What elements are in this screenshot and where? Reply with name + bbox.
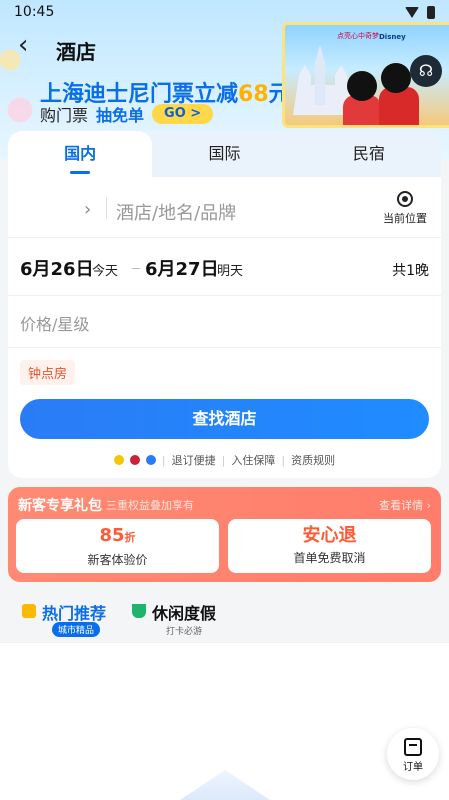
customer-service-headset-icon[interactable]: ☊ bbox=[410, 55, 442, 87]
coupon-main: 85折 bbox=[16, 525, 219, 549]
order-list-icon bbox=[404, 738, 422, 756]
orders-label: 订单 bbox=[403, 762, 423, 773]
tab-international[interactable]: 国际 bbox=[152, 131, 296, 177]
coupon-value: 85 bbox=[99, 525, 125, 546]
location-target-icon bbox=[397, 191, 413, 207]
status-icons bbox=[405, 6, 435, 19]
promo-subtitle: 购门票 抽免单 GO > bbox=[40, 102, 214, 126]
find-hotel-button[interactable]: 查找酒店 bbox=[20, 399, 429, 439]
current-location-button[interactable]: 当前位置 bbox=[379, 191, 431, 226]
page-title: 酒店 bbox=[56, 40, 96, 64]
tab-homestay[interactable]: 民宿 bbox=[297, 131, 441, 177]
date-separator bbox=[132, 268, 140, 269]
price-star-filter[interactable]: 价格/星级 bbox=[20, 311, 89, 335]
coupon-discount[interactable]: 85折 新客体验价 bbox=[16, 519, 219, 573]
nights-count: 共1晚 bbox=[392, 263, 429, 279]
gift-details-link[interactable]: 查看详情 › bbox=[379, 497, 431, 513]
coupon-label: 首单免费取消 bbox=[293, 551, 366, 565]
price-star-row[interactable]: 价格/星级 bbox=[8, 295, 441, 348]
checkin-date[interactable]: 6月26日 bbox=[20, 255, 94, 281]
gift-more-label: 查看详情 bbox=[379, 499, 424, 512]
coupon-unit: 折 bbox=[124, 531, 136, 544]
category-title: 热门推荐 bbox=[42, 604, 107, 623]
coupon-free-cancel[interactable]: 安心退 首单免费取消 bbox=[228, 519, 431, 573]
guarantee-strip[interactable]: | 退订便捷 | 入住保障 | 资质规则 bbox=[8, 451, 441, 469]
gift-subtitle: 三重权益叠加享有 bbox=[106, 499, 194, 512]
category-badge: 城市精品 bbox=[52, 622, 101, 637]
guarantee-badge-icon bbox=[129, 455, 140, 465]
poster-caption: 点亮心中奇梦 bbox=[337, 32, 379, 40]
promo-title-amount: 68 bbox=[238, 82, 269, 107]
city-select-chevron-icon[interactable]: › bbox=[84, 199, 91, 220]
current-location-label: 当前位置 bbox=[383, 212, 427, 225]
mickey-shape bbox=[379, 87, 419, 125]
hotel-search-input[interactable]: 酒店/地名/品牌 bbox=[116, 199, 236, 225]
disney-poster-image: 点亮心中奇梦 Disney ☊ bbox=[282, 22, 449, 128]
divider bbox=[106, 197, 107, 219]
hourly-room-tag[interactable]: 钟点房 bbox=[20, 360, 76, 385]
gift-title: 新客专享礼包 bbox=[18, 498, 102, 514]
poster-brand: Disney bbox=[379, 33, 406, 41]
tab-domestic[interactable]: 国内 bbox=[8, 131, 153, 177]
mickey-head-shape bbox=[381, 63, 411, 93]
drink-cup-icon bbox=[132, 604, 146, 618]
coupon-label: 新客体验价 bbox=[87, 553, 148, 567]
wifi-icon bbox=[405, 7, 419, 18]
status-time: 10:45 bbox=[14, 4, 55, 20]
date-row[interactable]: 6月26日 今天 6月27日 明天 共1晚 bbox=[8, 237, 441, 296]
guarantee-item: 入住保障 bbox=[231, 454, 276, 467]
minnie-head-shape bbox=[347, 71, 377, 101]
region-tabs: 国内 国际 民宿 bbox=[8, 131, 441, 177]
search-card: 国内 国际 民宿 › 酒店/地名/品牌 当前位置 6月26日 今天 6月27日 … bbox=[8, 131, 441, 478]
new-customer-gift-pack[interactable]: 新客专享礼包 三重权益叠加享有 查看详情 › 85折 新客体验价 安心退 首单免… bbox=[8, 487, 441, 582]
thumbs-up-icon bbox=[22, 604, 36, 618]
hotel-search-page: 10:45 ‹ 酒店 上海迪士尼门票立减68元 购门票 抽免单 GO > 点亮心… bbox=[0, 0, 449, 800]
guarantee-badge-icon bbox=[145, 455, 156, 465]
guarantee-item: 资质规则 bbox=[291, 454, 336, 467]
separator: | bbox=[281, 453, 286, 467]
checkout-day: 明天 bbox=[217, 264, 244, 279]
destination-row: › 酒店/地名/品牌 当前位置 bbox=[8, 179, 441, 238]
separator: | bbox=[221, 453, 226, 467]
coupon-main: 安心退 bbox=[302, 525, 357, 546]
promo-sub-accent: 抽免单 bbox=[96, 106, 145, 125]
back-arrow-icon[interactable]: ‹ bbox=[18, 32, 42, 58]
battery-icon bbox=[427, 6, 435, 19]
checkin-day: 今天 bbox=[92, 264, 119, 279]
promo-go-button[interactable]: GO > bbox=[152, 104, 214, 124]
guarantee-badge-icon bbox=[113, 455, 124, 465]
promo-sub-prefix: 购门票 bbox=[40, 106, 89, 125]
category-subtitle: 打卡必游 bbox=[166, 627, 203, 637]
guarantee-item: 退订便捷 bbox=[171, 454, 216, 467]
separator: | bbox=[161, 453, 166, 467]
category-title: 休闲度假 bbox=[152, 604, 217, 623]
orders-button[interactable]: 订单 bbox=[387, 728, 439, 780]
checkout-date[interactable]: 6月27日 bbox=[145, 255, 219, 281]
